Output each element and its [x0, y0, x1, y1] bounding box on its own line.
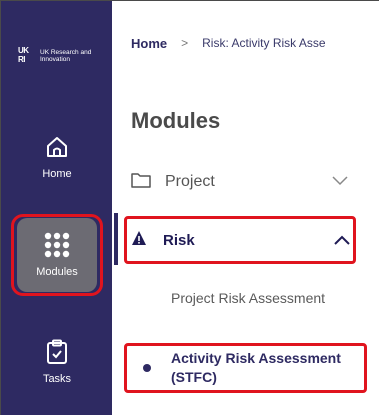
logo-mark: UK RI — [18, 46, 29, 64]
submodule-activity-risk-assessment[interactable]: Activity Risk Assessment (STFC) — [171, 349, 351, 387]
home-icon — [44, 134, 70, 160]
sidebar-item-label: Home — [42, 168, 72, 180]
folder-icon — [131, 172, 151, 193]
active-bullet-icon — [143, 364, 151, 372]
module-risk[interactable]: Risk — [131, 228, 356, 252]
module-label: Project — [165, 173, 215, 190]
logo-text: UK Research and Innovation — [40, 48, 92, 64]
chevron-down-icon[interactable] — [332, 173, 348, 191]
breadcrumb-home-link[interactable]: Home — [131, 36, 167, 51]
active-module-indicator — [114, 213, 118, 265]
submodule-project-risk-assessment[interactable]: Project Risk Assessment — [171, 289, 351, 308]
sidebar-item-label: Modules — [36, 266, 78, 278]
grid-icon — [44, 232, 70, 258]
breadcrumb-current: Risk: Activity Risk Asse — [202, 36, 326, 50]
chevron-up-icon[interactable] — [334, 232, 350, 249]
module-label: Risk — [163, 231, 195, 249]
clipboard-check-icon — [44, 339, 70, 365]
sidebar-item-tasks[interactable]: Tasks — [11, 321, 103, 403]
sidebar-item-modules[interactable]: Modules — [11, 214, 103, 296]
breadcrumb: Home > Risk: Activity Risk Asse — [131, 33, 326, 53]
sidebar: UK RI UK Research and Innovation Home Mo… — [1, 1, 112, 415]
page-title: Modules — [131, 108, 221, 133]
module-project[interactable]: Project — [131, 170, 356, 194]
ukri-logo[interactable]: UK RI UK Research and Innovation — [18, 46, 100, 66]
sidebar-item-label: Tasks — [42, 373, 72, 385]
breadcrumb-separator: > — [181, 36, 189, 50]
sidebar-item-home[interactable]: Home — [11, 116, 103, 198]
warning-icon — [131, 230, 147, 250]
